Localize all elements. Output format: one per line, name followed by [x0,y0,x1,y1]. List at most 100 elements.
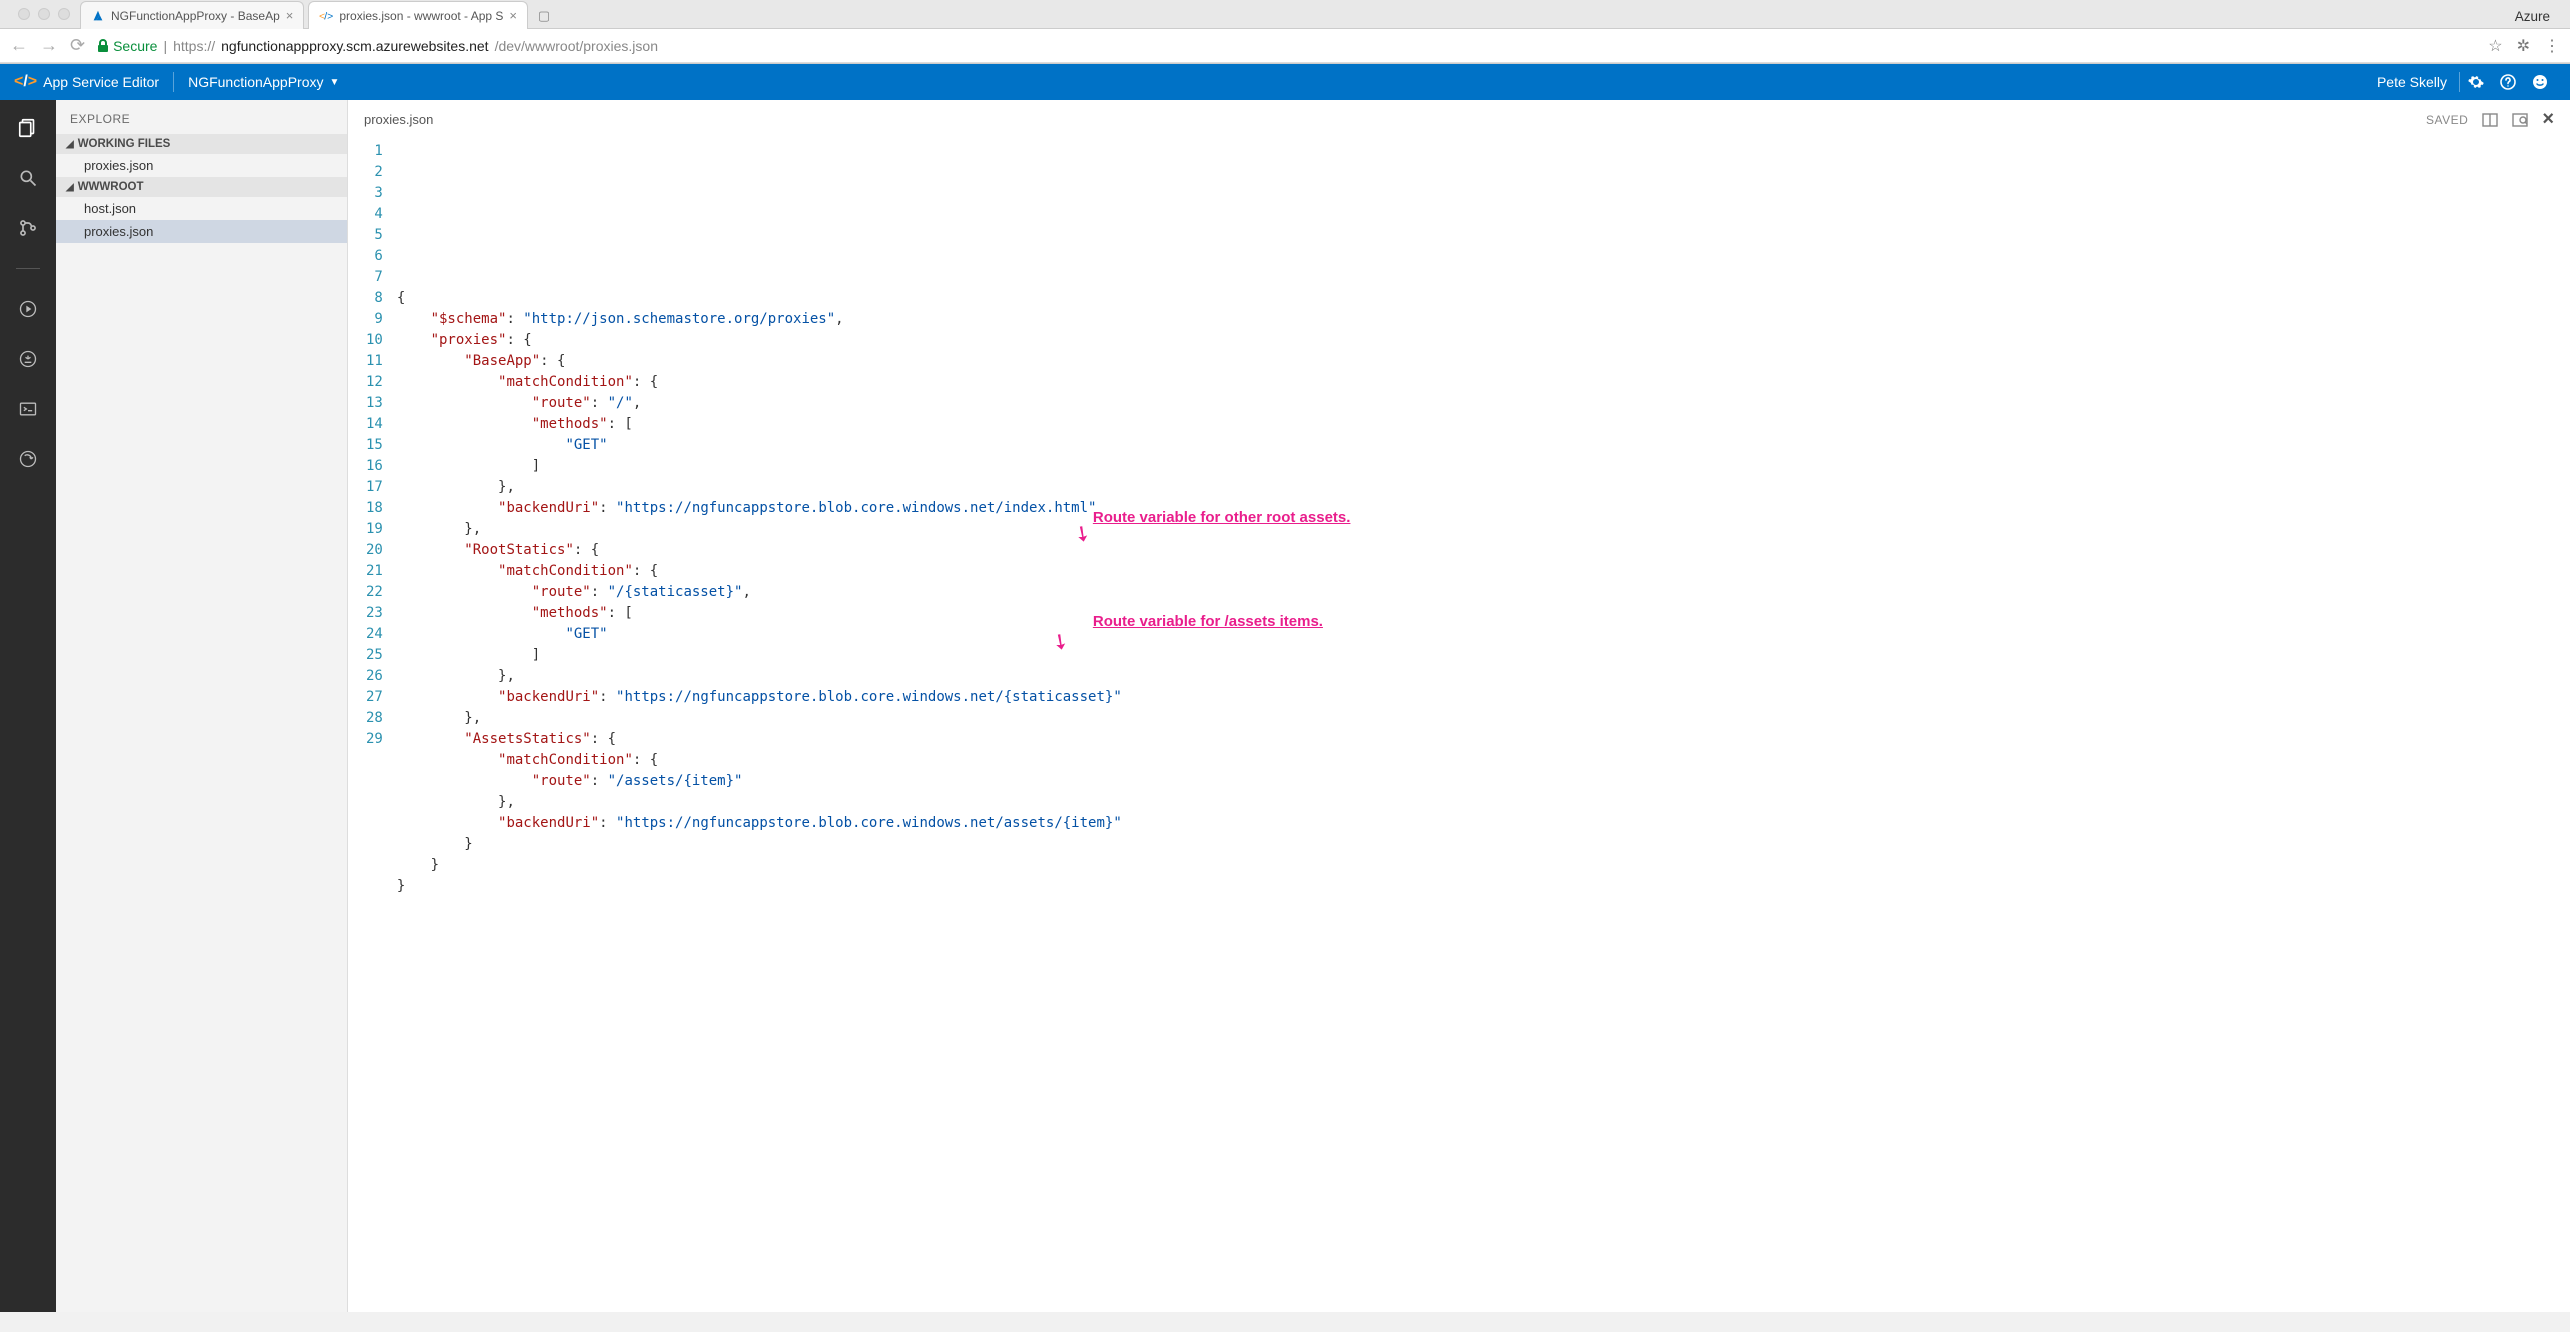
explorer-sidebar: EXPLORE ◢ WORKING FILES proxies.json ◢ W… [56,100,348,1312]
code-line[interactable]: }, [397,708,1122,729]
reload-button[interactable]: ⟳ [70,35,85,56]
chevron-down-icon: ▼ [330,77,340,88]
workbench: EXPLORE ◢ WORKING FILES proxies.json ◢ W… [0,100,2570,1312]
code-editor[interactable]: 1234567891011121314151617181920212223242… [348,137,2570,1312]
browser-tab-1[interactable]: </> proxies.json - wwwroot - App S × [308,1,528,29]
traffic-light-max[interactable] [58,8,70,20]
root-file-1[interactable]: proxies.json [56,220,347,243]
code-line[interactable]: }, [397,792,1122,813]
code-line[interactable]: }, [397,666,1122,687]
annotation-assets-items: Route variable for /assets items. [1093,611,1323,632]
code-line[interactable]: }, [397,519,1122,540]
annotation-root-assets: Route variable for other root assets. [1093,507,1351,528]
code-line[interactable]: "$schema": "http://json.schemastore.org/… [397,309,1122,330]
activity-bar [0,100,56,1312]
app-header: </> App Service Editor NGFunctionAppProx… [0,64,2570,100]
browser-profile-label[interactable]: Azure [2503,5,2562,28]
code-line[interactable]: "route": "/assets/{item}" [397,771,1122,792]
traffic-light-close[interactable] [18,8,30,20]
brand[interactable]: </> App Service Editor [14,72,174,92]
console-icon[interactable] [14,395,42,423]
address-actions: ☆ ✲ ⋮ [2488,36,2560,56]
tab-title: proxies.json - wwwroot - App S [339,9,503,23]
close-editor-button[interactable]: × [2542,108,2554,131]
open-preview-icon[interactable] [2512,113,2528,127]
user-label[interactable]: Pete Skelly [2365,72,2460,92]
chevron-down-icon: ◢ [66,139,74,150]
menu-icon[interactable]: ⋮ [2544,36,2560,56]
browser-chrome: NGFunctionAppProxy - BaseAp × </> proxie… [0,0,2570,64]
code-line[interactable]: "matchCondition": { [397,372,1122,393]
close-icon[interactable]: × [509,8,517,23]
traffic-light-min[interactable] [38,8,50,20]
code-line[interactable]: { [397,288,1122,309]
editor-pane: proxies.json SAVED × 1234567891011121314… [348,100,2570,1312]
code-brackets-icon: </> [14,73,37,91]
code-line[interactable]: "backendUri": "https://ngfuncappstore.bl… [397,498,1122,519]
code-line[interactable]: "proxies": { [397,330,1122,351]
app-name-dropdown[interactable]: NGFunctionAppProxy ▼ [174,74,353,90]
code-line[interactable]: "backendUri": "https://ngfuncappstore.bl… [397,687,1122,708]
code-line[interactable]: ] [397,645,1122,666]
new-tab-button[interactable]: ▢ [532,4,556,28]
run-icon[interactable] [14,295,42,323]
forward-button[interactable]: → [40,35,58,56]
extension-icon[interactable]: ✲ [2517,36,2530,56]
code-line[interactable]: } [397,876,1122,897]
url-host: ngfunctionappproxy.scm.azurewebsites.net [221,38,488,54]
explorer-icon[interactable] [14,114,42,142]
code-line[interactable]: "route": "/", [397,393,1122,414]
refresh-icon[interactable] [14,445,42,473]
sidebar-title: EXPLORE [56,100,347,134]
azure-favicon-icon [91,9,105,23]
code-line[interactable]: "GET" [397,624,1122,645]
url-bar[interactable]: Secure | https://ngfunctionappproxy.scm.… [97,38,2476,54]
url-path: /dev/wwwroot/proxies.json [495,38,658,54]
star-icon[interactable]: ☆ [2488,36,2502,56]
gear-icon[interactable] [2460,74,2492,90]
smile-icon[interactable] [2524,74,2556,90]
tab-strip: NGFunctionAppProxy - BaseAp × </> proxie… [0,0,2570,28]
output-icon[interactable] [14,345,42,373]
close-icon[interactable]: × [286,8,294,23]
code-line[interactable]: "AssetsStatics": { [397,729,1122,750]
code-line[interactable]: "GET" [397,435,1122,456]
code-line[interactable]: "route": "/{staticasset}", [397,582,1122,603]
code-line[interactable]: "methods": [ [397,603,1122,624]
code-line[interactable]: "matchCondition": { [397,561,1122,582]
help-icon[interactable] [2492,74,2524,90]
code-line[interactable]: } [397,834,1122,855]
git-icon[interactable] [14,214,42,242]
code-body[interactable]: Route variable for other root assets. ➘ … [393,137,1138,1312]
editor-header: proxies.json SAVED × [348,100,2570,137]
svg-text:/>: /> [325,10,334,22]
tab-title: NGFunctionAppProxy - BaseAp [111,9,280,23]
section-wwwroot[interactable]: ◢ WWWROOT [56,177,347,197]
url-scheme: https:// [173,38,215,54]
editor-filename: proxies.json [364,112,2426,127]
brand-label: App Service Editor [43,74,159,90]
root-file-0[interactable]: host.json [56,197,347,220]
code-line[interactable]: "RootStatics": { [397,540,1122,561]
lock-icon [97,39,109,53]
code-line[interactable]: }, [397,477,1122,498]
code-line[interactable]: "matchCondition": { [397,750,1122,771]
section-working-files[interactable]: ◢ WORKING FILES [56,134,347,154]
code-line[interactable]: "BaseApp": { [397,351,1122,372]
secure-badge: Secure [97,38,157,54]
code-line[interactable]: "methods": [ [397,414,1122,435]
code-line[interactable]: "backendUri": "https://ngfuncappstore.bl… [397,813,1122,834]
search-icon[interactable] [14,164,42,192]
working-file-0[interactable]: proxies.json [56,154,347,177]
code-favicon-icon: </> [319,9,333,23]
code-line[interactable]: ] [397,456,1122,477]
chevron-down-icon: ◢ [66,182,74,193]
address-bar-row: ← → ⟳ Secure | https://ngfunctionappprox… [0,28,2570,63]
split-editor-icon[interactable] [2482,113,2498,127]
code-line[interactable]: } [397,855,1122,876]
line-gutter: 1234567891011121314151617181920212223242… [348,137,393,1312]
window-controls [8,0,80,28]
browser-tab-0[interactable]: NGFunctionAppProxy - BaseAp × [80,1,304,29]
back-button[interactable]: ← [10,35,28,56]
saved-indicator: SAVED [2426,113,2468,127]
